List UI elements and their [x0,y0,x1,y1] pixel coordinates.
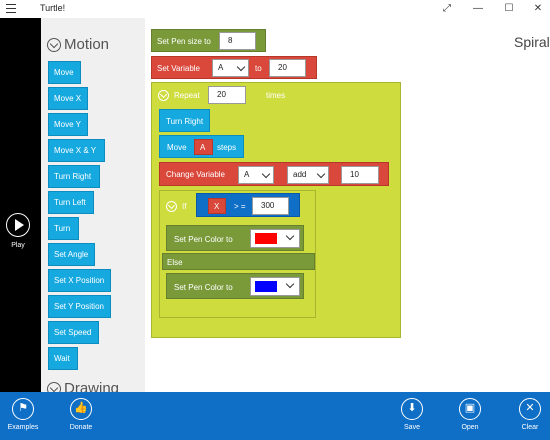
block-palette[interactable]: Motion Move Move X Move Y Move X & Y Tur… [41,18,145,392]
condition-operator: > = [234,202,246,211]
examples-button[interactable]: ⚑ Examples [0,398,48,431]
block-turn-right[interactable]: Turn Right [159,109,210,132]
collapse-icon[interactable] [158,90,169,101]
open-label: Open [461,424,479,431]
play-label: Play [11,242,25,249]
palette-move-x-y[interactable]: Move X & Y [48,139,105,162]
set-pen-color-label: Set Pen Color to [174,283,233,292]
block-move[interactable]: Move A steps [159,135,244,158]
palette-move-x[interactable]: Move X [48,87,88,110]
hamburger-menu-icon[interactable] [6,4,16,13]
if-label: If [182,202,187,211]
palette-move[interactable]: Move [48,61,81,84]
thumbs-up-icon: 👍 [70,398,92,420]
block-set-pen-size[interactable]: Set Pen size to 8 [151,29,266,52]
else-label: Else [167,258,183,267]
fullscreen-icon[interactable]: ⤢ [432,0,462,18]
color-swatch [255,281,277,292]
collapse-icon[interactable] [166,201,177,212]
operation-select[interactable]: add [287,166,329,184]
condition-right-input[interactable]: 300 [252,197,289,215]
minimize-button[interactable]: — [463,0,493,18]
play-strip: Play [0,18,41,392]
chevron-down-icon [285,231,295,241]
chevron-down-icon [316,169,326,179]
palette-turn-left[interactable]: Turn Left [48,191,94,214]
chevron-down-icon [47,381,61,392]
clear-button[interactable]: ✕ Clear [505,398,550,431]
folder-icon: ▣ [459,398,481,420]
repeat-label: Repeat [174,91,200,100]
set-variable-input[interactable]: 20 [269,59,306,77]
palette-set-y-position[interactable]: Set Y Position [48,295,111,318]
color-picker-then[interactable] [250,229,300,248]
color-picker-else[interactable] [250,277,300,296]
move-label: Move [167,143,187,152]
category-motion-label: Motion [64,36,110,53]
palette-wait[interactable]: Wait [48,347,78,370]
palette-turn-right[interactable]: Turn Right [48,165,100,188]
change-variable-label: Change Variable [166,170,226,179]
chevron-down-icon [285,279,295,289]
move-suffix: steps [217,143,237,152]
clear-label: Clear [521,424,539,431]
title-bar: Turtle! ⤢ — ☐ ✕ [0,0,550,18]
block-set-pen-color-else[interactable]: Set Pen Color to [166,273,304,299]
repeat-count-input[interactable]: 20 [208,86,246,104]
category-motion[interactable]: Motion [47,36,109,53]
palette-set-x-position[interactable]: Set X Position [48,269,111,292]
chevron-down-icon [236,62,246,72]
set-variable-select[interactable]: A [212,59,249,77]
to-label: to [255,64,262,73]
app-title: Turtle! [40,3,66,13]
palette-set-angle[interactable]: Set Angle [48,243,95,266]
color-swatch [255,233,277,244]
pen-size-input[interactable]: 8 [219,32,256,50]
condition-left: X [214,202,220,211]
set-variable-label: Set Variable [157,64,200,73]
close-icon: ✕ [519,398,541,420]
change-variable-value: A [244,170,250,179]
donate-label: Donate [69,424,93,431]
category-drawing[interactable]: Drawing [47,380,119,392]
chevron-down-icon [47,37,61,52]
set-variable-value: A [218,63,224,72]
palette-move-y[interactable]: Move Y [48,113,88,136]
open-button[interactable]: ▣ Open [445,398,495,431]
condition-left-chip[interactable]: X [208,198,226,214]
set-pen-size-label: Set Pen size to [157,37,211,46]
save-label: Save [404,424,420,431]
turn-right-label: Turn Right [166,117,204,126]
set-pen-color-label: Set Pen Color to [174,235,233,244]
move-variable: A [200,143,206,152]
operation-value: add [293,170,307,179]
palette-turn[interactable]: Turn [48,217,79,240]
save-button[interactable]: ⬇ Save [387,398,437,431]
change-value-input[interactable]: 10 [341,166,379,184]
block-set-variable[interactable]: Set Variable A to 20 [151,56,317,79]
category-drawing-label: Drawing [64,380,120,392]
examples-label: Examples [7,424,39,431]
change-variable-select[interactable]: A [238,166,274,184]
block-condition[interactable]: X > = 300 [196,193,300,217]
flag-icon: ⚑ [12,398,34,420]
close-window-button[interactable]: ✕ [523,0,550,18]
maximize-button[interactable]: ☐ [494,0,524,18]
block-set-pen-color-then[interactable]: Set Pen Color to [166,225,304,251]
repeat-suffix: times [266,91,286,100]
app-bar: ⚑ Examples 👍 Donate ⬇ Save ▣ Open ✕ Clea… [0,392,550,440]
donate-button[interactable]: 👍 Donate [56,398,106,431]
block-change-variable[interactable]: Change Variable A add 10 [159,162,389,186]
save-icon: ⬇ [401,398,423,420]
project-name: Spiral [514,34,550,50]
chevron-down-icon [261,169,271,179]
move-variable-chip[interactable]: A [194,139,213,155]
play-icon[interactable] [6,213,30,237]
else-bar: Else [162,253,315,270]
palette-set-speed[interactable]: Set Speed [48,321,99,344]
